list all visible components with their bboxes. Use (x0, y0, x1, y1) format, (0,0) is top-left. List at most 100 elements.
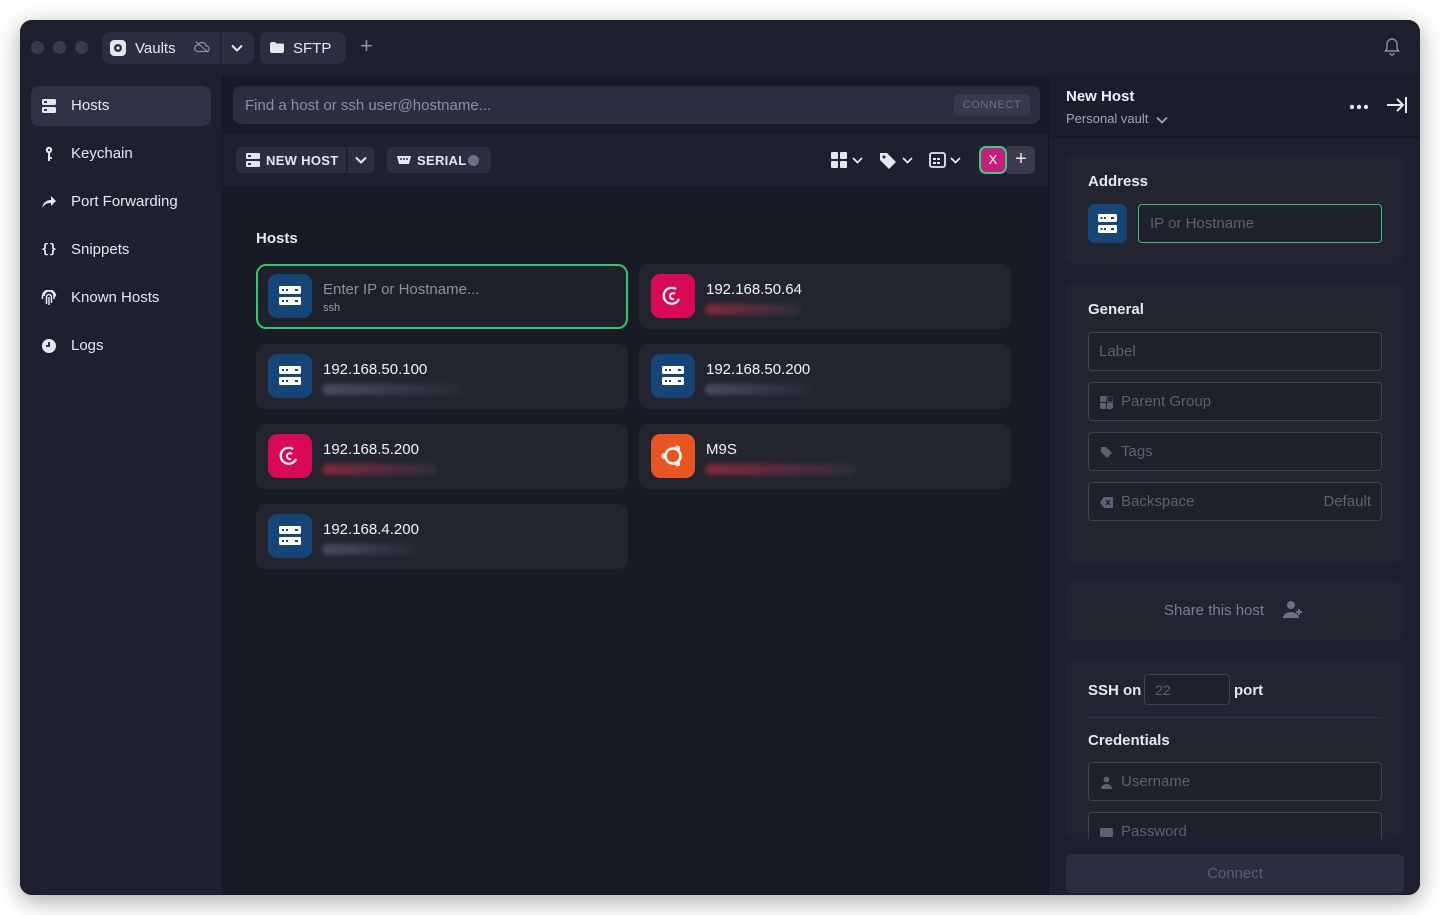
port-placeholder: 22 (1155, 682, 1171, 698)
sidebar-item-hosts[interactable]: Hosts (31, 86, 211, 126)
serial-label: SERIAL (417, 153, 467, 168)
tab-vaults-label: Vaults (135, 40, 176, 57)
tab-sftp-label: SFTP (293, 40, 332, 57)
panel-header: New Host Personal vault (1049, 76, 1420, 138)
parent-group-field[interactable]: Parent Group (1088, 382, 1382, 421)
braces-icon: {} (41, 242, 57, 257)
host-card[interactable]: 192.168.4.200 (256, 504, 628, 569)
title-bar: Vaults SFTP + (20, 20, 1420, 76)
button-separator (346, 147, 348, 173)
panel-title: New Host (1066, 88, 1135, 105)
backspace-field[interactable]: Backspace Default (1088, 482, 1382, 521)
redacted-subtitle (705, 384, 811, 395)
parent-group-placeholder: Parent Group (1121, 393, 1212, 410)
new-host-panel: New Host Personal vault Address IP or Ho… (1048, 76, 1420, 895)
vault-selector-label: Personal vault (1066, 111, 1149, 126)
server-icon (268, 514, 312, 558)
chevron-down-icon[interactable] (354, 153, 368, 167)
address-placeholder: IP or Hostname (1150, 215, 1254, 232)
backspace-label: Backspace (1121, 493, 1195, 510)
clock-icon (42, 339, 56, 353)
host-card[interactable]: 192.168.50.100 (256, 344, 628, 409)
search-input[interactable] (245, 86, 945, 124)
serial-port-icon (397, 156, 411, 164)
password-field[interactable]: Password (1088, 812, 1382, 839)
host-card-title: 192.168.50.100 (323, 361, 428, 378)
search-bar: CONNECT (233, 86, 1040, 124)
user-icon (1101, 776, 1112, 789)
host-card-title: 192.168.5.200 (323, 441, 419, 458)
host-card-title: 192.168.4.200 (323, 521, 419, 538)
server-icon (268, 354, 312, 398)
debian-icon (268, 434, 312, 478)
sidebar-item-port-forwarding[interactable]: Port Forwarding (31, 182, 211, 222)
window-zoom-button[interactable] (75, 41, 88, 54)
host-card[interactable]: 192.168.50.64 (639, 264, 1011, 329)
tags-placeholder: Tags (1121, 443, 1153, 460)
tag-filter-icon[interactable] (879, 151, 915, 169)
window-close-button[interactable] (31, 41, 44, 54)
sidebar-item-snippets[interactable]: {} Snippets (31, 230, 211, 270)
chevron-down-icon[interactable] (230, 41, 244, 55)
bell-icon[interactable] (1384, 38, 1400, 56)
sidebar-item-label: Port Forwarding (71, 193, 178, 210)
server-icon (268, 274, 312, 318)
ssh-prefix: SSH on (1088, 682, 1142, 699)
app-window: Vaults SFTP + Hosts Keychain Port Forwar… (20, 20, 1420, 895)
more-options-icon[interactable] (1349, 104, 1369, 110)
label-placeholder: Label (1099, 343, 1136, 360)
sidebar-item-label: Hosts (71, 97, 110, 114)
host-card[interactable]: 192.168.50.200 (639, 344, 1011, 409)
sidebar-item-logs[interactable]: Logs (31, 326, 211, 366)
tab-sftp[interactable]: SFTP (260, 32, 346, 64)
tab-vaults[interactable]: Vaults (102, 32, 254, 64)
forward-arrow-icon (42, 196, 56, 208)
connect-button[interactable]: Connect (1066, 854, 1404, 893)
serial-button[interactable]: SERIAL (387, 147, 491, 173)
address-input[interactable]: IP or Hostname (1138, 204, 1382, 243)
ssh-credentials-section: SSH on 22 port Credentials Username Pass… (1066, 659, 1404, 839)
backspace-icon (1100, 497, 1113, 508)
share-host-button[interactable]: Share this host (1066, 581, 1404, 641)
redacted-subtitle (322, 464, 438, 475)
server-icon (651, 354, 695, 398)
vault-icon (110, 40, 126, 56)
port-input[interactable]: 22 (1144, 674, 1230, 705)
ubuntu-icon (651, 434, 695, 478)
group-icon (1100, 396, 1113, 409)
host-card-title: Enter IP or Hostname... (323, 281, 480, 298)
grid-view-icon[interactable] (831, 151, 865, 169)
sidebar-item-label: Keychain (71, 145, 133, 162)
password-icon (1100, 828, 1113, 837)
general-heading: General (1088, 301, 1144, 318)
search-connect-button[interactable]: CONNECT (954, 94, 1030, 116)
new-tab-button[interactable]: + (360, 35, 373, 57)
chevron-down-icon (1156, 116, 1168, 124)
server-icon (246, 153, 260, 167)
server-icon (1088, 204, 1127, 243)
new-host-button[interactable]: NEW HOST (236, 147, 375, 173)
new-host-label: NEW HOST (266, 153, 339, 168)
redacted-subtitle (322, 384, 462, 395)
add-button[interactable]: + (1007, 146, 1035, 174)
host-card-title: 192.168.50.200 (706, 361, 811, 378)
calendar-sort-icon[interactable] (929, 151, 965, 169)
sidebar-item-keychain[interactable]: Keychain (31, 134, 211, 174)
divider (1088, 717, 1382, 718)
user-avatar[interactable]: X (979, 146, 1007, 174)
window-minimize-button[interactable] (53, 41, 66, 54)
tags-field[interactable]: Tags (1088, 432, 1382, 471)
sidebar-item-label: Snippets (71, 241, 130, 258)
collapse-panel-icon[interactable] (1386, 96, 1408, 114)
username-field[interactable]: Username (1088, 762, 1382, 801)
sidebar-item-known-hosts[interactable]: Known Hosts (31, 278, 211, 318)
debian-icon (651, 274, 695, 318)
info-icon[interactable] (468, 155, 479, 166)
new-host-card[interactable]: Enter IP or Hostname... ssh (256, 264, 628, 329)
label-field[interactable]: Label (1088, 332, 1382, 371)
host-card[interactable]: 192.168.5.200 (256, 424, 628, 489)
hosts-section-title: Hosts (256, 230, 298, 247)
host-card[interactable]: M9S (639, 424, 1011, 489)
vault-selector[interactable]: Personal vault (1066, 111, 1168, 126)
credentials-heading: Credentials (1088, 732, 1170, 749)
